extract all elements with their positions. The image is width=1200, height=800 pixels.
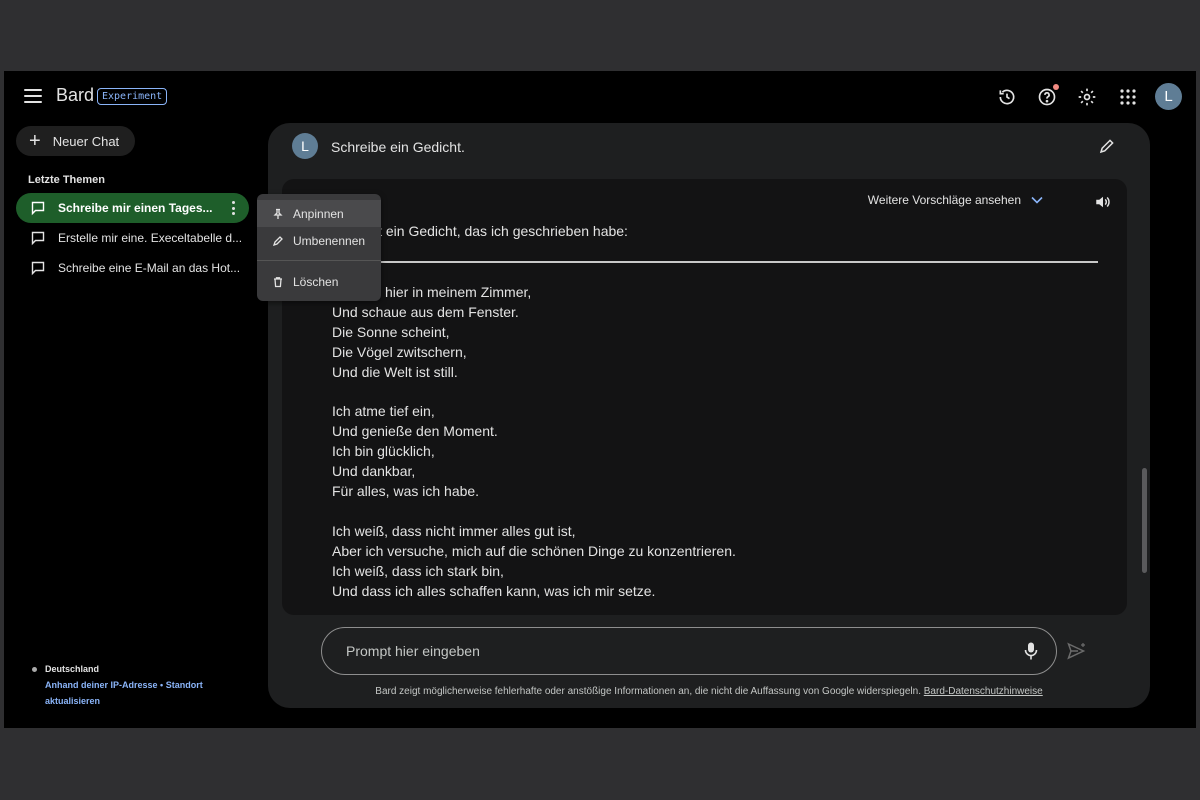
- rename-menu-item[interactable]: Umbenennen: [257, 227, 381, 254]
- chat-bubble-icon: [31, 201, 45, 216]
- more-options-icon[interactable]: [231, 201, 235, 215]
- app-window: Bard Experiment L + Neuer Chat Letzte Th…: [4, 71, 1196, 728]
- rename-label: Umbenennen: [293, 233, 366, 248]
- poem-line: hier in meinem Zimmer,: [385, 284, 532, 300]
- topic-label: Schreibe mir einen Tages...: [58, 201, 213, 215]
- poem-line: Ich weiß, dass nicht immer alles gut ist…: [332, 522, 576, 539]
- disclaimer-text: Bard zeigt möglicherweise fehlerhafte od…: [375, 686, 921, 697]
- edit-icon[interactable]: [1098, 137, 1116, 160]
- chat-bubble-icon: [31, 261, 45, 276]
- scrollbar-thumb[interactable]: [1142, 468, 1147, 573]
- topic-context-menu: Anpinnen Umbenennen Löschen: [257, 194, 381, 301]
- delete-menu-item[interactable]: Löschen: [257, 268, 381, 295]
- user-avatar[interactable]: L: [1155, 83, 1182, 110]
- poem-line: Aber ich versuche, mich auf die schönen …: [332, 542, 736, 559]
- stanza-2: Ich atme tief ein, Und genieße den Momen…: [332, 402, 1072, 502]
- poem-line: Und genieße den Moment.: [332, 423, 498, 440]
- poem-line: Ich bin glücklich,: [332, 443, 435, 460]
- poem-line: Für alles, was ich habe.: [332, 483, 480, 500]
- new-chat-button[interactable]: + Neuer Chat: [16, 126, 135, 156]
- history-icon[interactable]: [993, 83, 1021, 111]
- prompt-input[interactable]: [346, 628, 986, 674]
- location-dot-icon: [32, 667, 37, 673]
- sidebar-topic-1[interactable]: Schreibe mir einen Tages...: [16, 193, 249, 223]
- location-info: Deutschland Anhand deiner IP-Adresse • S…: [32, 661, 203, 709]
- menu-icon[interactable]: [24, 89, 42, 103]
- poem-line: Ich atme tief ein,: [332, 403, 435, 420]
- bard-response: Weitere Vorschläge ansehen ist ein Gedic…: [282, 179, 1127, 615]
- recent-topics-heading: Letzte Themen: [28, 174, 106, 186]
- privacy-link[interactable]: Bard-Datenschutzhinweise: [924, 686, 1043, 697]
- chevron-down-icon: [1031, 196, 1043, 204]
- disclaimer: Bard zeigt möglicherweise fehlerhafte od…: [268, 686, 1150, 697]
- help-icon[interactable]: [1033, 83, 1061, 111]
- poem-text: hier in meinem Zimmer, Und schaue aus de…: [332, 283, 1072, 615]
- sidebar-topic-3[interactable]: Schreibe eine E-Mail an das Hot...: [16, 253, 249, 283]
- user-avatar-small: L: [292, 133, 318, 159]
- sidebar-topic-2[interactable]: Erstelle mir eine. Execeltabelle d...: [16, 223, 249, 253]
- response-intro: ist ein Gedicht, das ich geschrieben hab…: [368, 223, 628, 239]
- poem-line: Und dankbar,: [332, 463, 416, 480]
- pin-menu-item[interactable]: Anpinnen: [257, 200, 381, 227]
- pin-icon: [273, 208, 283, 219]
- poem-line: Und dass ich alles schaffen kann, was ic…: [332, 582, 656, 599]
- chat-panel: L Schreibe ein Gedicht. Weitere Vorschlä…: [268, 123, 1150, 708]
- drafts-label: Weitere Vorschläge ansehen: [867, 193, 1021, 207]
- stanza-1: hier in meinem Zimmer, Und schaue aus de…: [332, 283, 1072, 383]
- experiment-badge: Experiment: [97, 88, 168, 105]
- location-separator: •: [160, 680, 164, 690]
- prompt-box[interactable]: [321, 627, 1057, 675]
- pencil-icon: [272, 235, 283, 246]
- speaker-icon[interactable]: [1094, 193, 1112, 216]
- microphone-icon[interactable]: [1024, 642, 1038, 665]
- send-icon[interactable]: [1067, 642, 1087, 665]
- plus-icon: +: [29, 130, 41, 152]
- pin-label: Anpinnen: [293, 206, 344, 221]
- poem-line: Die Vögel zwitschern,: [332, 343, 467, 360]
- chat-bubble-icon: [31, 231, 45, 246]
- update-location-link[interactable]: Standort: [166, 680, 203, 690]
- menu-divider: [257, 260, 381, 261]
- topic-label: Erstelle mir eine. Execeltabelle d...: [58, 231, 243, 245]
- view-drafts-button[interactable]: Weitere Vorschläge ansehen: [868, 193, 1043, 207]
- delete-label: Löschen: [293, 274, 339, 289]
- poem-line: Und die Welt ist still.: [332, 363, 458, 380]
- new-chat-label: Neuer Chat: [52, 133, 120, 149]
- topic-label: Schreibe eine E-Mail an das Hot...: [58, 261, 241, 275]
- apps-icon[interactable]: [1114, 83, 1142, 111]
- update-location-link-2[interactable]: aktualisieren: [45, 696, 100, 706]
- user-question: Schreibe ein Gedicht.: [331, 139, 465, 155]
- horizontal-rule: [332, 261, 1098, 263]
- trash-icon: [274, 276, 282, 287]
- poem-line: Ich weiß, dass ich stark bin,: [332, 562, 504, 579]
- poem-line: Die Sonne scheint,: [332, 323, 450, 340]
- stanza-3: Ich weiß, dass nicht immer alles gut ist…: [332, 522, 1072, 602]
- notification-dot: [1053, 84, 1059, 90]
- location-country: Deutschland: [45, 664, 100, 674]
- poem-line: Und schaue aus dem Fenster.: [332, 303, 519, 320]
- app-logo: Bard: [56, 85, 95, 105]
- settings-icon[interactable]: [1073, 83, 1101, 111]
- location-source: Anhand deiner IP-Adresse: [45, 680, 158, 690]
